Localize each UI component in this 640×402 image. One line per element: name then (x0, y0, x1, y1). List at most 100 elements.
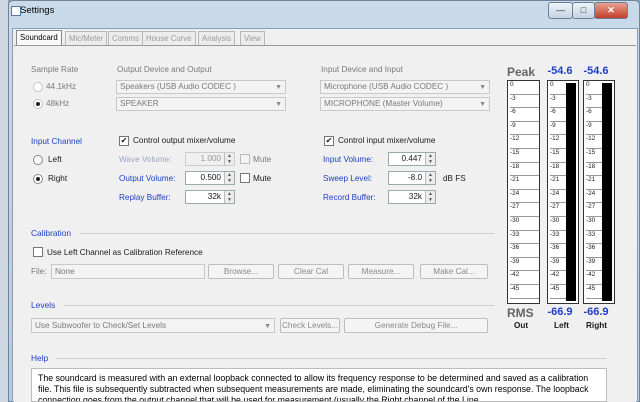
scale-tick-label: -15 (510, 149, 539, 163)
output-mixer-checkbox[interactable]: ✔ (119, 136, 129, 146)
help-section-title: Help (31, 353, 49, 363)
scale-tick-label: -15 (550, 149, 566, 163)
calibration-left-checkbox[interactable] (33, 247, 43, 257)
left-meter: 0 -3 -6 -9 -12 -15 -18 -21 -24 -27 -30 -33 -36 -39 -42… (547, 80, 579, 304)
replay-buffer-label: Replay Buffer: (119, 193, 171, 202)
input-volume-value: 0.447 (401, 154, 423, 163)
scale-tick-label: -9 (550, 122, 566, 136)
scale-tick-label: -30 (550, 217, 566, 231)
peak-right-value: -54.6 (583, 65, 609, 77)
output-device-select[interactable]: Speakers (USB Audio CODEC ) ▼ (116, 80, 286, 94)
minimize-button[interactable]: — (548, 2, 573, 19)
wave-volume-value: 1.000 (200, 154, 222, 163)
scale-tick-label: -36 (510, 244, 539, 258)
replay-buffer-spinner[interactable]: 32k ▲ ▼ (185, 190, 235, 204)
tab-house-curve[interactable]: House Curve (142, 31, 196, 45)
scale-tick-label: -21 (510, 176, 539, 190)
scale-tick-label: -27 (510, 203, 539, 217)
levels-select[interactable]: Use Subwoofer to Check/Set Levels ▼ (31, 318, 275, 333)
scale-tick-label: -42 (586, 271, 602, 285)
scale-tick-label: -6 (510, 108, 539, 122)
spinner-arrows-icon: ▲ ▼ (425, 172, 435, 184)
wave-volume-spinner[interactable]: 1.000 ▲ ▼ (185, 152, 235, 166)
scale-tick-label: -12 (550, 135, 566, 149)
input-channel-left-radio[interactable] (33, 155, 43, 165)
scale-tick-label: -27 (586, 203, 602, 217)
output-channel-select[interactable]: SPEAKER ▼ (116, 97, 286, 111)
sweep-unit-label: dB FS (443, 174, 466, 183)
record-buffer-spinner[interactable]: 32k ▲ ▼ (388, 190, 436, 204)
input-volume-spinner[interactable]: 0.447 ▲ ▼ (388, 152, 436, 166)
input-channel-left-label: Left (48, 155, 62, 164)
scale-tick-label: -18 (550, 163, 566, 177)
spinner-arrows-icon: ▲ ▼ (224, 153, 234, 165)
input-channel-label: Input Channel (31, 137, 82, 146)
tab-comms[interactable]: Comms (108, 31, 143, 45)
input-channel-right-label: Right (48, 174, 68, 183)
scale-tick-label: -6 (550, 108, 566, 122)
spinner-arrows-icon: ▲ ▼ (425, 153, 435, 165)
output-mixer-label: Control output mixer/volume (133, 136, 236, 145)
sample-rate-48-radio[interactable] (33, 99, 43, 109)
scale-tick-label: -45 (510, 285, 539, 299)
scale-tick-label: -33 (510, 231, 539, 245)
tab-analysis[interactable]: Analysis (198, 31, 236, 45)
chevron-down-icon: ▼ (479, 101, 486, 108)
maximize-button[interactable]: □ (572, 2, 595, 19)
input-device-select[interactable]: Microphone (USB Audio CODEC ) ▼ (320, 80, 490, 94)
scale-tick-label: 0 (550, 81, 566, 95)
scale-tick-label: -39 (510, 258, 539, 272)
scale-tick-label: -39 (586, 258, 602, 272)
levels-divider (64, 305, 494, 306)
rms-right-value: -66.9 (583, 306, 609, 318)
record-buffer-value: 32k (408, 192, 422, 201)
calibration-file-field[interactable]: None (51, 264, 205, 279)
right-label: Right (586, 321, 607, 330)
tab-view[interactable]: View (240, 31, 265, 45)
scale-tick-label: -24 (586, 190, 602, 204)
tab-mic-meter[interactable]: Mic/Meter (65, 31, 108, 45)
right-level-bar (602, 83, 612, 301)
sample-rate-44-radio[interactable] (33, 82, 43, 92)
tab-soundcard[interactable]: Soundcard (16, 30, 62, 45)
scale-tick-label: -12 (510, 135, 539, 149)
peak-label: Peak (507, 65, 536, 79)
left-level-bar (566, 83, 576, 301)
out-label: Out (514, 321, 529, 330)
scale-tick-label: -39 (550, 258, 566, 272)
scale-tick-label: -24 (510, 190, 539, 204)
spinner-arrows-icon: ▲ ▼ (224, 191, 234, 203)
calibration-divider (80, 233, 494, 234)
sample-rate-48-label: 48kHz (46, 99, 70, 108)
output-mute-checkbox[interactable] (240, 173, 250, 183)
chevron-down-icon: ▼ (275, 84, 282, 91)
calibration-file-value: None (55, 267, 75, 276)
check-levels-button[interactable]: Check Levels... (280, 318, 340, 333)
output-volume-spinner[interactable]: 0.500 ▲ ▼ (185, 171, 235, 185)
input-channel-right-radio[interactable] (33, 174, 43, 184)
peak-left-value: -54.6 (547, 65, 573, 77)
out-meter: 0 -3 -6 -9 -12 -15 -18 -21 -24 -27 -30 -33 -36 -39 -42… (507, 80, 540, 304)
output-device-value: Speakers (USB Audio CODEC ) (120, 82, 237, 91)
input-channel-select[interactable]: MICROPHONE (Master Volume) ▼ (320, 97, 490, 111)
input-mixer-checkbox[interactable]: ✔ (324, 136, 334, 146)
wave-mute-checkbox[interactable] (240, 154, 250, 164)
scale-tick-label: -3 (510, 95, 539, 109)
browse-button[interactable]: Browse... (208, 264, 274, 279)
help-divider (56, 358, 606, 359)
help-text: The soundcard is measured with an extern… (31, 368, 607, 402)
clear-cal-button[interactable]: Clear Cal (278, 264, 344, 279)
scale-tick-label: -42 (510, 271, 539, 285)
rms-label: RMS (507, 306, 534, 320)
close-button[interactable]: ✕ (594, 2, 628, 19)
measure-button[interactable]: Measure... (348, 264, 414, 279)
chevron-down-icon: ▼ (479, 84, 486, 91)
scale-tick-label: -9 (510, 122, 539, 136)
sweep-level-spinner[interactable]: -8.0 ▲ ▼ (388, 171, 436, 185)
scale-tick-label: -18 (510, 163, 539, 177)
generate-debug-button[interactable]: Generate Debug File... (344, 318, 488, 333)
make-cal-button[interactable]: Make Cal... (420, 264, 488, 279)
input-channel-value: MICROPHONE (Master Volume) (324, 99, 443, 108)
scale-tick-label: -3 (550, 95, 566, 109)
output-volume-label: Output Volume: (119, 174, 176, 183)
